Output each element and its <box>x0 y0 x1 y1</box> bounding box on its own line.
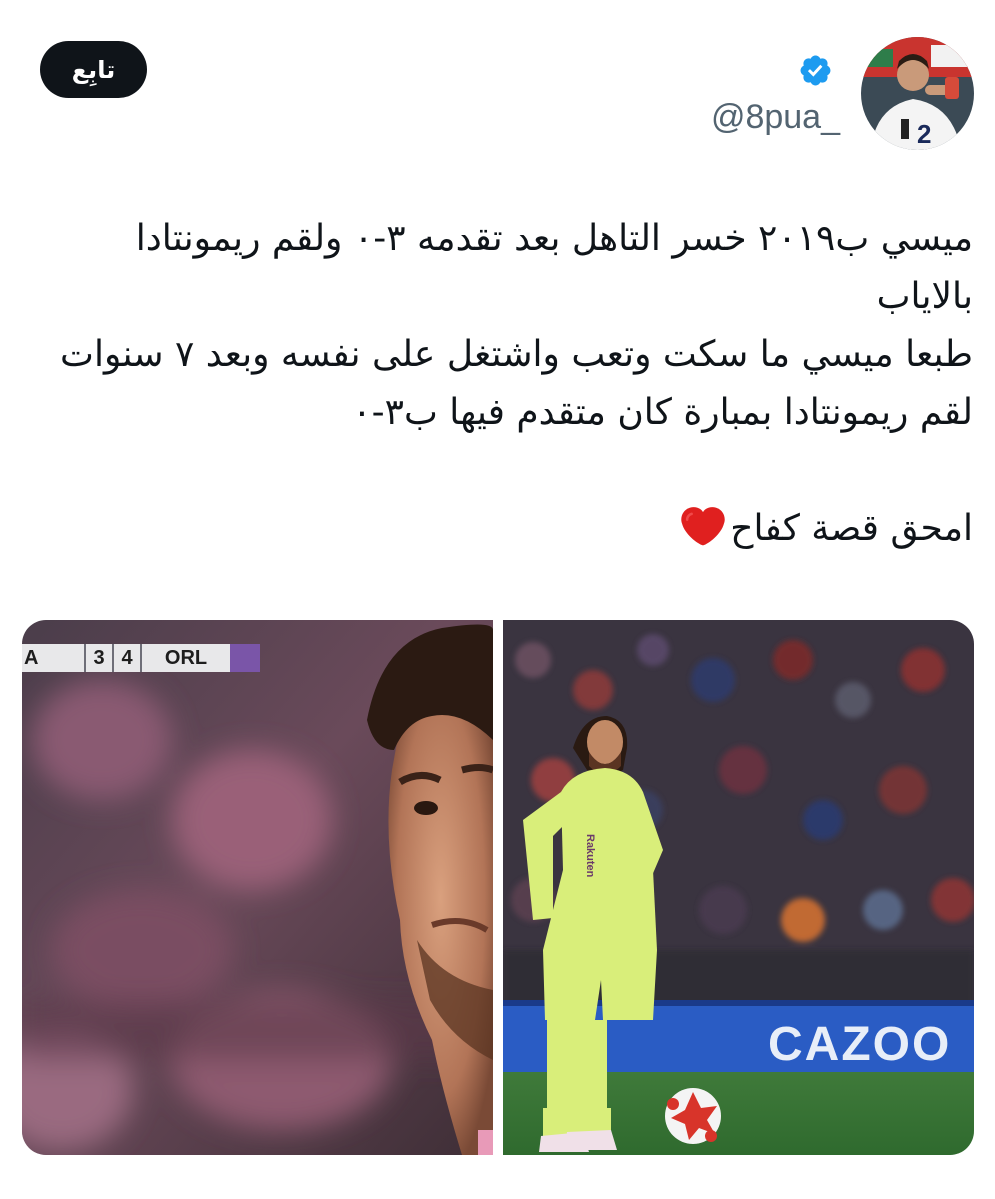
scorebug-score-b: 4 <box>114 644 142 672</box>
tweet-line: طبعا ميسي ما سكت وتعب واشتغل على نفسه وب… <box>60 334 973 433</box>
kit-sponsor: Rakuten <box>584 834 596 878</box>
user-handle[interactable]: @8pua_ <box>711 98 840 137</box>
verified-badge-icon <box>800 55 831 86</box>
tweet-text: ميسي ب٢٠١٩ خسر التاهل بعد تقدمه ٣-٠ ولقم… <box>30 210 973 558</box>
scorebug: A 3 4 ORL <box>22 644 260 672</box>
scorebug-accent <box>230 644 260 672</box>
photo-right[interactable]: CAZOO 10 Rakuten <box>503 620 974 1155</box>
photo-left[interactable]: A 3 4 ORL <box>22 620 493 1155</box>
avatar[interactable]: 2 <box>861 37 974 150</box>
scorebug-score-a: 3 <box>86 644 114 672</box>
heart-icon <box>681 507 726 546</box>
tweet-line: ميسي ب٢٠١٩ خسر التاهل بعد تقدمه ٣-٠ ولقم… <box>135 218 973 317</box>
scorebug-team-b: ORL <box>142 644 230 672</box>
follow-button[interactable]: تابِع <box>40 41 147 98</box>
scorebug-team-a: A <box>22 644 86 672</box>
svg-text:2: 2 <box>917 119 931 149</box>
media-grid: A 3 4 ORL CAZOO Rakuten <box>22 620 974 1155</box>
tweet-line-last: امحق قصة كفاح <box>30 500 973 558</box>
ad-board-text: CAZOO <box>768 1018 951 1071</box>
